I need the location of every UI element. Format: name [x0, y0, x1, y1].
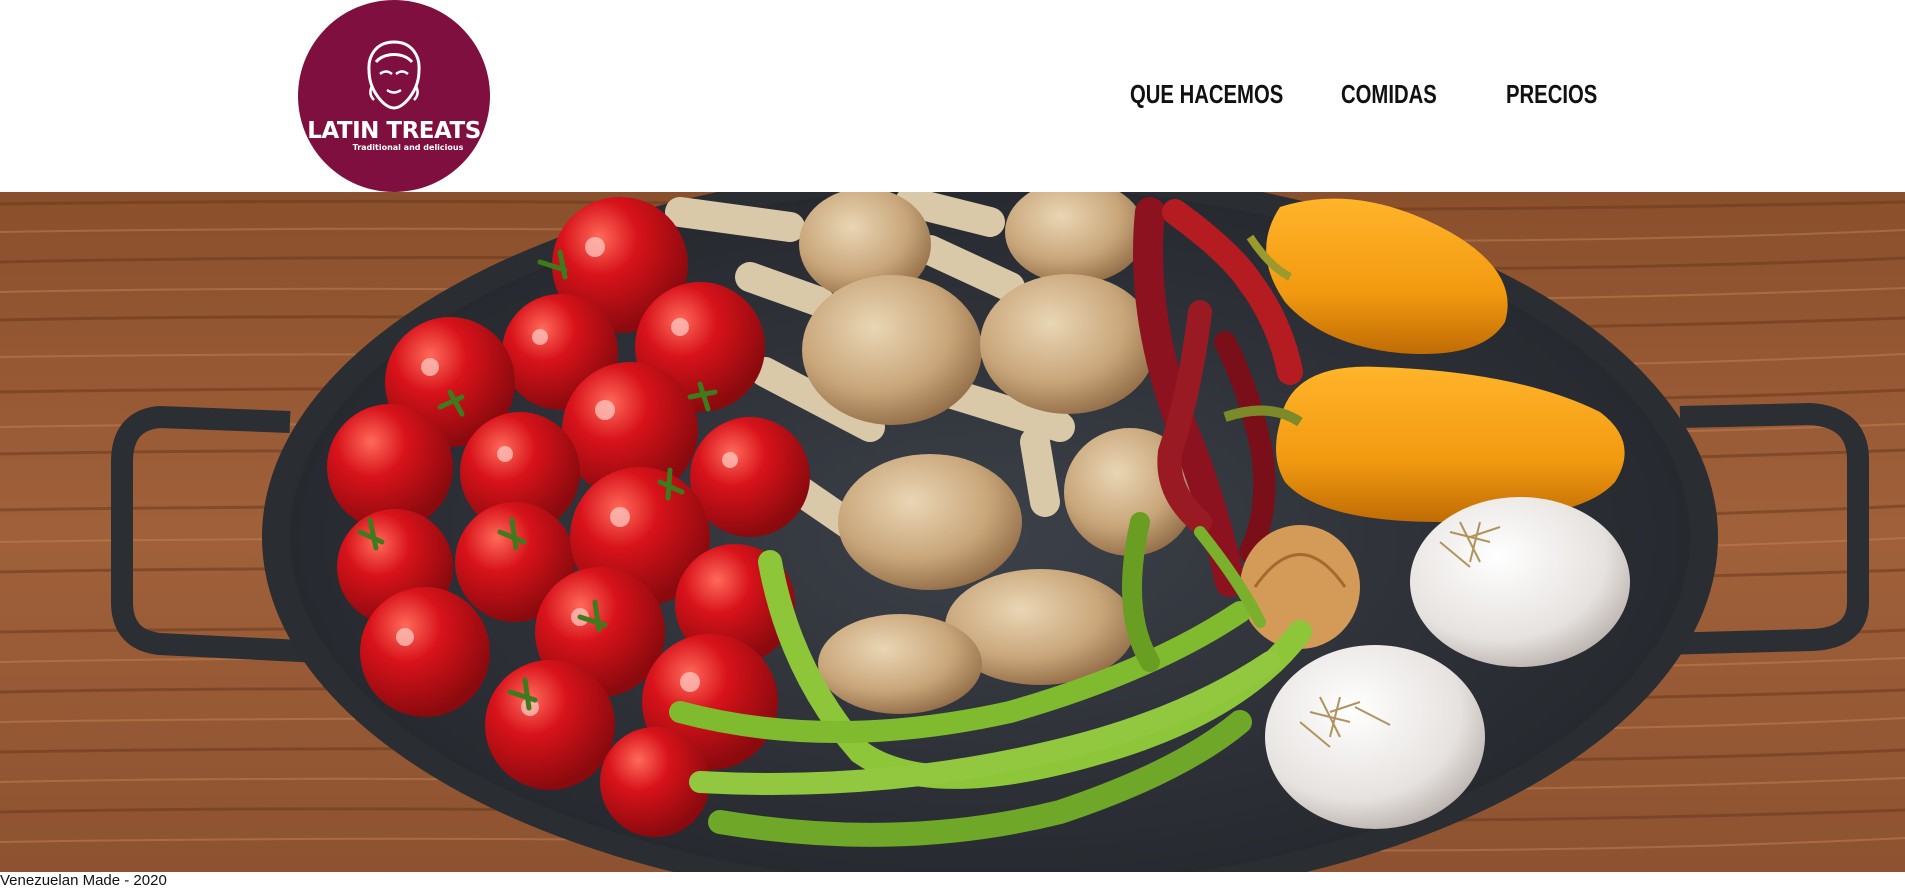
hero-image: [0, 192, 1905, 872]
brand-name: LATIN TREATS: [307, 118, 481, 144]
footer-text: Venezuelan Made - 2020: [0, 872, 167, 889]
site-footer: Venezuelan Made - 2020: [0, 872, 167, 889]
nav-link-comidas[interactable]: COMIDAS: [1341, 79, 1437, 110]
nav-link-precios[interactable]: PRECIOS: [1506, 79, 1597, 110]
site-header: LATIN TREATS Traditional and delicious Q…: [0, 0, 1905, 192]
vegetables-in-pan-image: [0, 192, 1905, 872]
mascot-face-icon: [367, 40, 421, 110]
nav-link-que-hacemos[interactable]: QUE HACEMOS: [1130, 79, 1283, 110]
brand-logo[interactable]: LATIN TREATS Traditional and delicious: [298, 0, 490, 192]
brand-tagline: Traditional and delicious: [352, 143, 464, 152]
